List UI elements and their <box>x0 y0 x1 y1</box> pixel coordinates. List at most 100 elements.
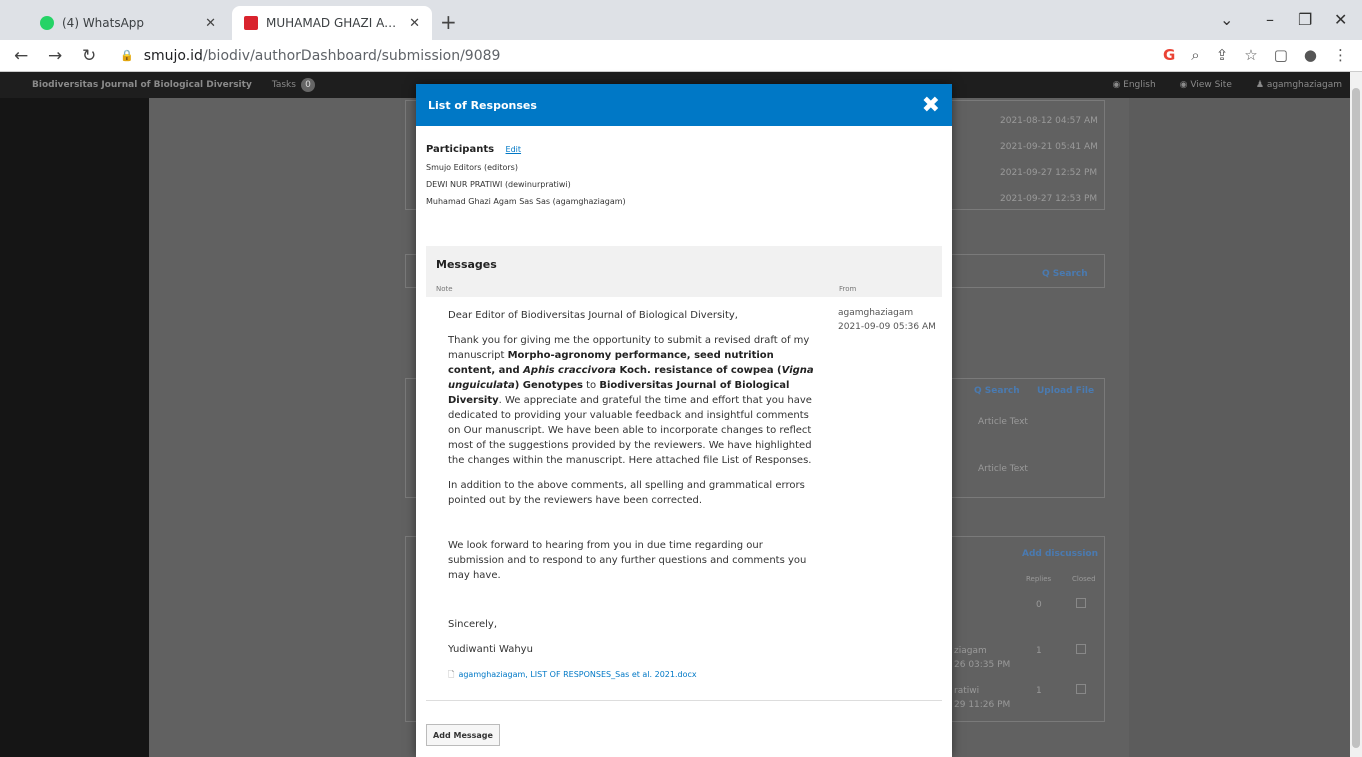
view-site-link[interactable]: ◉ View Site <box>1180 80 1232 90</box>
participant-item: Muhamad Ghazi Agam Sas Sas (agamghaziaga… <box>426 197 626 206</box>
edit-participants-link[interactable]: Edit <box>506 145 522 154</box>
manuscript-title: ) Genotypes <box>514 380 583 391</box>
attachment-name: agamghaziagam, LIST OF RESPONSES_Sas et … <box>458 670 697 679</box>
add-discussion-link[interactable]: Add discussion <box>1022 549 1098 559</box>
share-icon[interactable]: ⇪ <box>1216 46 1229 64</box>
journal-icon <box>244 16 258 30</box>
closed-checkbox[interactable] <box>1076 684 1086 694</box>
message-paragraph: In addition to the above comments, all s… <box>448 480 805 506</box>
divider <box>426 700 942 701</box>
language-link[interactable]: ◉ English <box>1112 80 1155 90</box>
search-files-link[interactable]: Q Search <box>974 386 1020 396</box>
participant-item: Smujo Editors (editors) <box>426 163 518 172</box>
minimize-icon[interactable]: – <box>1266 10 1274 29</box>
browser-tab-bar: (4) WhatsApp ✕ MUHAMAD GHAZI AGAM SAS, M… <box>0 0 1362 40</box>
url-host: smujo.id <box>143 47 203 64</box>
view-site-label: View Site <box>1190 80 1232 90</box>
forward-icon[interactable]: → <box>48 46 68 66</box>
close-tab-icon[interactable]: ✕ <box>409 16 420 31</box>
restore-icon[interactable]: ❐ <box>1298 10 1312 29</box>
profile-icon[interactable]: ● <box>1304 46 1317 64</box>
from-date: 2021-09-09 05:36 AM <box>838 322 936 332</box>
tab-title: MUHAMAD GHAZI AGAM SAS, M <box>266 16 403 30</box>
discussion-date: 29 11:26 PM <box>954 700 1011 710</box>
messages-column-headers: Note From <box>426 271 942 297</box>
participant-item: DEWI NUR PRATIWI (dewinurpratiwi) <box>426 180 571 189</box>
from-column-header: From <box>839 285 857 293</box>
tasks-label[interactable]: Tasks <box>272 80 296 90</box>
history-date: 2021-09-27 12:52 PM <box>1000 168 1098 178</box>
history-date: 2021-09-27 12:53 PM <box>1000 194 1098 204</box>
whatsapp-icon <box>40 16 54 30</box>
file-type: Article Text <box>978 464 1028 474</box>
message-paragraph: Thank you for giving me the opportunity … <box>448 333 816 468</box>
message-closing: Sincerely, <box>448 619 498 630</box>
message-note: Dear Editor of Biodiversitas Journal of … <box>426 300 838 682</box>
user-menu[interactable]: ♟ agamghaziagam <box>1256 80 1342 90</box>
closed-checkbox[interactable] <box>1076 598 1086 608</box>
browser-toolbar: G ⌕ ⇪ ☆ ▢ ● ⋮ <box>1163 46 1348 64</box>
user-name: agamghaziagam <box>1266 80 1342 90</box>
message-greeting: Dear Editor of Biodiversitas Journal of … <box>448 310 738 321</box>
message-text: . We appreciate and grateful the time an… <box>448 395 812 466</box>
discussion-from: ratiwi <box>954 686 980 696</box>
closed-header: Closed <box>1072 575 1096 583</box>
tasks-count-badge: 0 <box>300 78 315 92</box>
closed-checkbox[interactable] <box>1076 644 1086 654</box>
close-icon[interactable]: ✖ <box>922 93 940 118</box>
discussion-from: ziagam <box>954 646 987 656</box>
manuscript-title-italic: Aphis craccivora <box>523 365 617 376</box>
list-of-responses-modal: List of Responses ✖ Participants Edit Sm… <box>416 84 952 757</box>
participants-section: Participants Edit Smujo Editors (editors… <box>416 144 952 206</box>
tab-title: (4) WhatsApp <box>62 16 145 30</box>
add-message-button[interactable]: Add Message <box>426 724 500 746</box>
reply-count: 1 <box>1036 646 1042 656</box>
manuscript-title: Koch. resistance of cowpea ( <box>616 365 782 376</box>
from-user: agamghaziagam <box>838 308 914 318</box>
side-panel-icon[interactable]: ▢ <box>1274 46 1288 64</box>
message-text: to <box>582 380 600 391</box>
menu-icon[interactable]: ⋮ <box>1333 46 1348 64</box>
modal-title: List of Responses <box>428 98 537 112</box>
language-label: English <box>1123 80 1156 90</box>
messages-section: Messages Note From <box>426 246 942 297</box>
page-scrollbar-thumb[interactable] <box>1352 88 1360 748</box>
tab-whatsapp[interactable]: (4) WhatsApp ✕ <box>28 6 228 40</box>
upload-file-link[interactable]: Upload File <box>1037 386 1094 396</box>
history-date: 2021-09-21 05:41 AM <box>1000 142 1098 152</box>
tab-submission[interactable]: MUHAMAD GHAZI AGAM SAS, M ✕ <box>232 6 432 40</box>
messages-title: Messages <box>436 258 497 271</box>
file-icon: 🗋 <box>448 670 455 679</box>
zoom-icon[interactable]: ⌕ <box>1191 46 1199 64</box>
reply-count: 1 <box>1036 686 1042 696</box>
reload-icon[interactable]: ↻ <box>82 46 102 66</box>
tab-search-icon[interactable]: ⌄ <box>1220 10 1233 29</box>
attachment-link[interactable]: 🗋 agamghaziagam, LIST OF RESPONSES_Sas et… <box>448 667 816 682</box>
replies-header: Replies <box>1026 575 1052 583</box>
new-tab-icon[interactable]: + <box>440 10 457 34</box>
url-field[interactable]: 🔒 smujo.id /biodiv/authorDashboard/submi… <box>120 48 500 64</box>
reply-count: 0 <box>1036 600 1042 610</box>
url-path: /biodiv/authorDashboard/submission/9089 <box>202 47 501 64</box>
google-icon[interactable]: G <box>1163 46 1175 64</box>
file-type: Article Text <box>978 417 1028 427</box>
modal-header: List of Responses ✖ <box>416 84 952 126</box>
history-date: 2021-08-12 04:57 AM <box>1000 116 1098 126</box>
left-panel <box>0 98 149 757</box>
participants-title: Participants <box>426 144 495 155</box>
note-column-header: Note <box>436 285 453 293</box>
message-signature: Yudiwanti Wahyu <box>448 644 533 655</box>
bookmark-star-icon[interactable]: ☆ <box>1244 46 1257 64</box>
message-paragraph: We look forward to hearing from you in d… <box>448 540 807 581</box>
close-tab-icon[interactable]: ✕ <box>205 16 216 31</box>
discussion-date: 26 03:35 PM <box>954 660 1011 670</box>
message-from: agamghaziagam 2021-09-09 05:36 AM <box>838 300 938 682</box>
site-name[interactable]: Biodiversitas Journal of Biological Dive… <box>32 80 252 90</box>
search-link[interactable]: Q Search <box>1042 269 1088 279</box>
back-icon[interactable]: ← <box>14 46 34 66</box>
address-bar: ← → ↻ 🔒 smujo.id /biodiv/authorDashboard… <box>0 40 1362 72</box>
participants-heading: Participants Edit <box>426 144 942 155</box>
lock-icon: 🔒 <box>120 49 134 62</box>
close-window-icon[interactable]: ✕ <box>1334 10 1347 29</box>
message-row: Dear Editor of Biodiversitas Journal of … <box>426 300 942 682</box>
